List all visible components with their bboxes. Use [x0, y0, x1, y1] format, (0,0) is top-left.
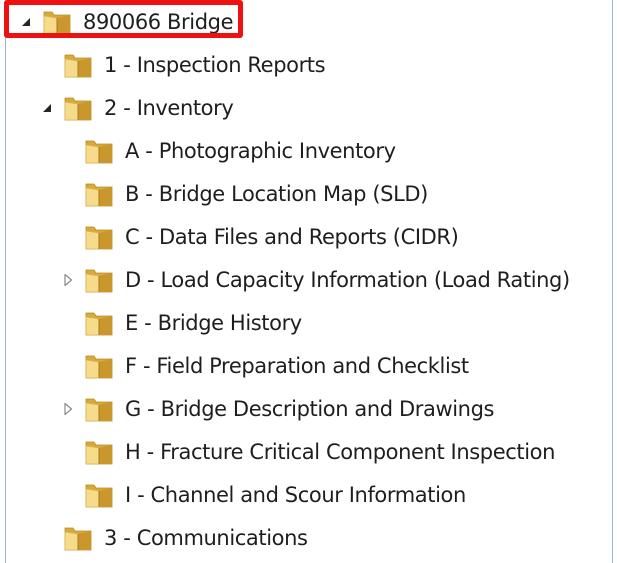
- tree-item-load-capacity-information[interactable]: D - Load Capacity Information (Load Rati…: [0, 261, 612, 299]
- tree-item-label: 3 - Communications: [104, 526, 308, 550]
- folder-icon: [83, 309, 115, 337]
- folder-icon: [83, 223, 115, 251]
- tree-item-label: B - Bridge Location Map (SLD): [125, 182, 428, 206]
- tree-item-data-files-and-reports[interactable]: C - Data Files and Reports (CIDR): [0, 218, 612, 256]
- tree-item-bridge-history[interactable]: E - Bridge History: [0, 304, 612, 342]
- tree-item-bridge-description[interactable]: G - Bridge Description and Drawings: [0, 390, 612, 428]
- tree-item-inventory[interactable]: 2 - Inventory: [0, 89, 612, 127]
- tree-right-border: [612, 0, 613, 563]
- folder-icon: [41, 8, 73, 36]
- tree-item-field-preparation[interactable]: F - Field Preparation and Checklist: [0, 347, 612, 385]
- tree-item-label: H - Fracture Critical Component Inspecti…: [125, 440, 556, 464]
- tree-item-890066-bridge[interactable]: 890066 Bridge: [0, 3, 612, 41]
- tree-item-label: E - Bridge History: [125, 311, 302, 335]
- tree-item-label: C - Data Files and Reports (CIDR): [125, 225, 459, 249]
- tree-item-label: 2 - Inventory: [104, 96, 234, 120]
- folder-icon: [83, 395, 115, 423]
- tree-item-label: I - Channel and Scour Information: [125, 483, 466, 507]
- tree-item-label: D - Load Capacity Information (Load Rati…: [125, 268, 570, 292]
- folder-icon: [83, 352, 115, 380]
- tree-item-label: F - Field Preparation and Checklist: [125, 354, 469, 378]
- expanded-arrow-icon[interactable]: [40, 101, 54, 115]
- tree-item-label: 1 - Inspection Reports: [104, 53, 326, 77]
- folder-icon: [83, 180, 115, 208]
- tree-item-label: A - Photographic Inventory: [125, 139, 396, 163]
- tree-item-fracture-critical[interactable]: H - Fracture Critical Component Inspecti…: [0, 433, 612, 471]
- folder-tree: 890066 Bridge 1 - Inspection Reports 2 -…: [0, 0, 617, 563]
- folder-icon: [83, 137, 115, 165]
- folder-icon: [83, 481, 115, 509]
- collapsed-arrow-icon[interactable]: [61, 402, 75, 416]
- folder-icon: [62, 51, 94, 79]
- folder-icon: [83, 266, 115, 294]
- tree-item-label: 890066 Bridge: [83, 10, 234, 34]
- expanded-arrow-icon[interactable]: [19, 15, 33, 29]
- folder-icon: [83, 438, 115, 466]
- tree-item-communications[interactable]: 3 - Communications: [0, 519, 612, 557]
- tree-item-channel-and-scour[interactable]: I - Channel and Scour Information: [0, 476, 612, 514]
- folder-icon: [62, 94, 94, 122]
- tree-item-bridge-location-map[interactable]: B - Bridge Location Map (SLD): [0, 175, 612, 213]
- collapsed-arrow-icon[interactable]: [61, 273, 75, 287]
- tree-item-inspection-reports[interactable]: 1 - Inspection Reports: [0, 46, 612, 84]
- folder-icon: [62, 524, 94, 552]
- tree-item-label: G - Bridge Description and Drawings: [125, 397, 495, 421]
- tree-item-photographic-inventory[interactable]: A - Photographic Inventory: [0, 132, 612, 170]
